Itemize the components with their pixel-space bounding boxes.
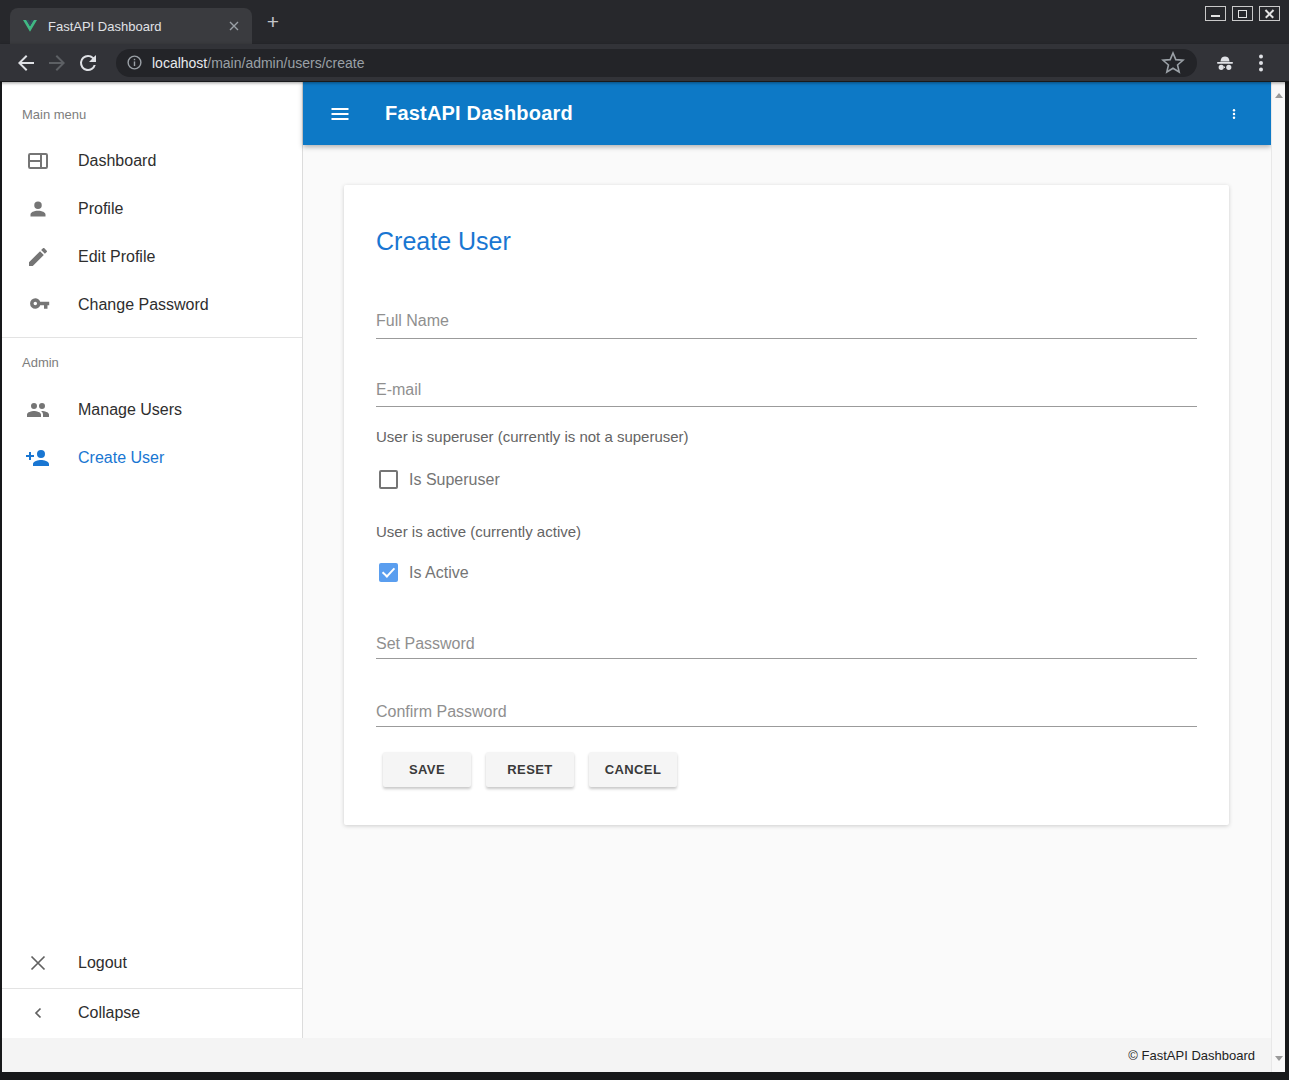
site-info-icon[interactable] — [126, 54, 143, 71]
person-add-icon — [26, 446, 50, 470]
window-maximize-button[interactable] — [1232, 6, 1253, 21]
appbar-title: FastAPI Dashboard — [385, 102, 573, 125]
email-field[interactable]: E-mail — [376, 381, 421, 399]
sidebar-item-collapse[interactable]: Collapse — [2, 989, 302, 1037]
app-bar: FastAPI Dashboard — [303, 82, 1271, 145]
set-password-field[interactable]: Set Password — [376, 635, 475, 653]
sidebar-item-change-password[interactable]: Change Password — [2, 281, 302, 329]
window-close-button[interactable] — [1259, 6, 1280, 21]
email-underline — [376, 406, 1197, 407]
confirm-password-field[interactable]: Confirm Password — [376, 703, 507, 721]
full-name-field[interactable]: Full Name — [376, 312, 449, 330]
close-icon — [26, 951, 50, 975]
back-icon[interactable] — [14, 51, 38, 75]
sidebar: Main menu Dashboard Profile Edit Profile… — [2, 82, 303, 1038]
is-superuser-label: Is Superuser — [409, 471, 500, 489]
sidebar-item-manage-users[interactable]: Manage Users — [2, 386, 302, 434]
hamburger-menu-icon[interactable] — [328, 102, 352, 126]
browser-menu-icon[interactable] — [1249, 51, 1273, 75]
vue-favicon-icon — [22, 18, 38, 34]
sidebar-divider — [2, 337, 302, 338]
sidebar-item-logout[interactable]: Logout — [2, 939, 302, 987]
browser-tab[interactable]: FastAPI Dashboard — [10, 8, 252, 44]
superuser-hint: User is superuser (currently is not a su… — [376, 428, 689, 445]
reload-icon[interactable] — [76, 51, 100, 75]
dashboard-icon — [26, 149, 50, 173]
window-controls — [1205, 6, 1280, 21]
chevron-left-icon — [26, 1001, 50, 1025]
new-tab-button[interactable]: + — [260, 10, 286, 36]
person-icon — [26, 197, 50, 221]
reset-button[interactable]: RESET — [486, 752, 574, 787]
scrollbar-up-arrow[interactable] — [1275, 89, 1283, 98]
sidebar-item-edit-profile[interactable]: Edit Profile — [2, 233, 302, 281]
page: Main menu Dashboard Profile Edit Profile… — [2, 82, 1285, 1072]
bookmark-star-icon[interactable] — [1161, 51, 1185, 75]
main-content: FastAPI Dashboard Create User Full Name … — [303, 82, 1271, 1038]
page-footer: © FastAPI Dashboard — [2, 1038, 1271, 1072]
pencil-icon — [26, 245, 50, 269]
sidebar-section-admin: Admin — [22, 355, 59, 370]
sidebar-item-create-user[interactable]: Create User — [2, 434, 302, 482]
incognito-icon — [1213, 51, 1237, 75]
tab-title: FastAPI Dashboard — [48, 19, 226, 34]
window-minimize-button[interactable] — [1205, 6, 1226, 21]
browser-toolbar: localhost/main/admin/users/create — [0, 44, 1289, 82]
url-text: localhost/main/admin/users/create — [152, 55, 1161, 71]
is-active-label: Is Active — [409, 564, 469, 582]
appbar-menu-icon[interactable] — [1227, 102, 1241, 126]
confirm-password-underline — [376, 726, 1197, 727]
create-user-card: Create User Full Name E-mail User is sup… — [344, 185, 1229, 825]
scrollbar[interactable] — [1271, 82, 1285, 1072]
browser-tabstrip: FastAPI Dashboard + — [0, 0, 1289, 44]
key-icon — [26, 293, 50, 317]
tab-close-icon[interactable] — [226, 18, 242, 34]
set-password-underline — [376, 658, 1197, 659]
card-title: Create User — [376, 227, 511, 256]
people-icon — [26, 398, 50, 422]
is-active-checkbox[interactable] — [379, 563, 398, 582]
is-superuser-checkbox-row: Is Superuser — [379, 470, 500, 489]
scrollbar-down-arrow[interactable] — [1275, 1056, 1283, 1065]
full-name-underline — [376, 338, 1197, 339]
sidebar-section-main-menu: Main menu — [22, 107, 86, 122]
copyright-text: © FastAPI Dashboard — [1128, 1048, 1255, 1063]
sidebar-item-dashboard[interactable]: Dashboard — [2, 137, 302, 185]
address-bar[interactable]: localhost/main/admin/users/create — [116, 49, 1197, 77]
forward-icon[interactable] — [45, 51, 69, 75]
cancel-button[interactable]: CANCEL — [589, 752, 677, 787]
form-buttons: SAVE RESET CANCEL — [383, 752, 677, 787]
sidebar-item-profile[interactable]: Profile — [2, 185, 302, 233]
is-active-checkbox-row: Is Active — [379, 563, 469, 582]
save-button[interactable]: SAVE — [383, 752, 471, 787]
is-superuser-checkbox[interactable] — [379, 470, 398, 489]
active-hint: User is active (currently active) — [376, 523, 581, 540]
